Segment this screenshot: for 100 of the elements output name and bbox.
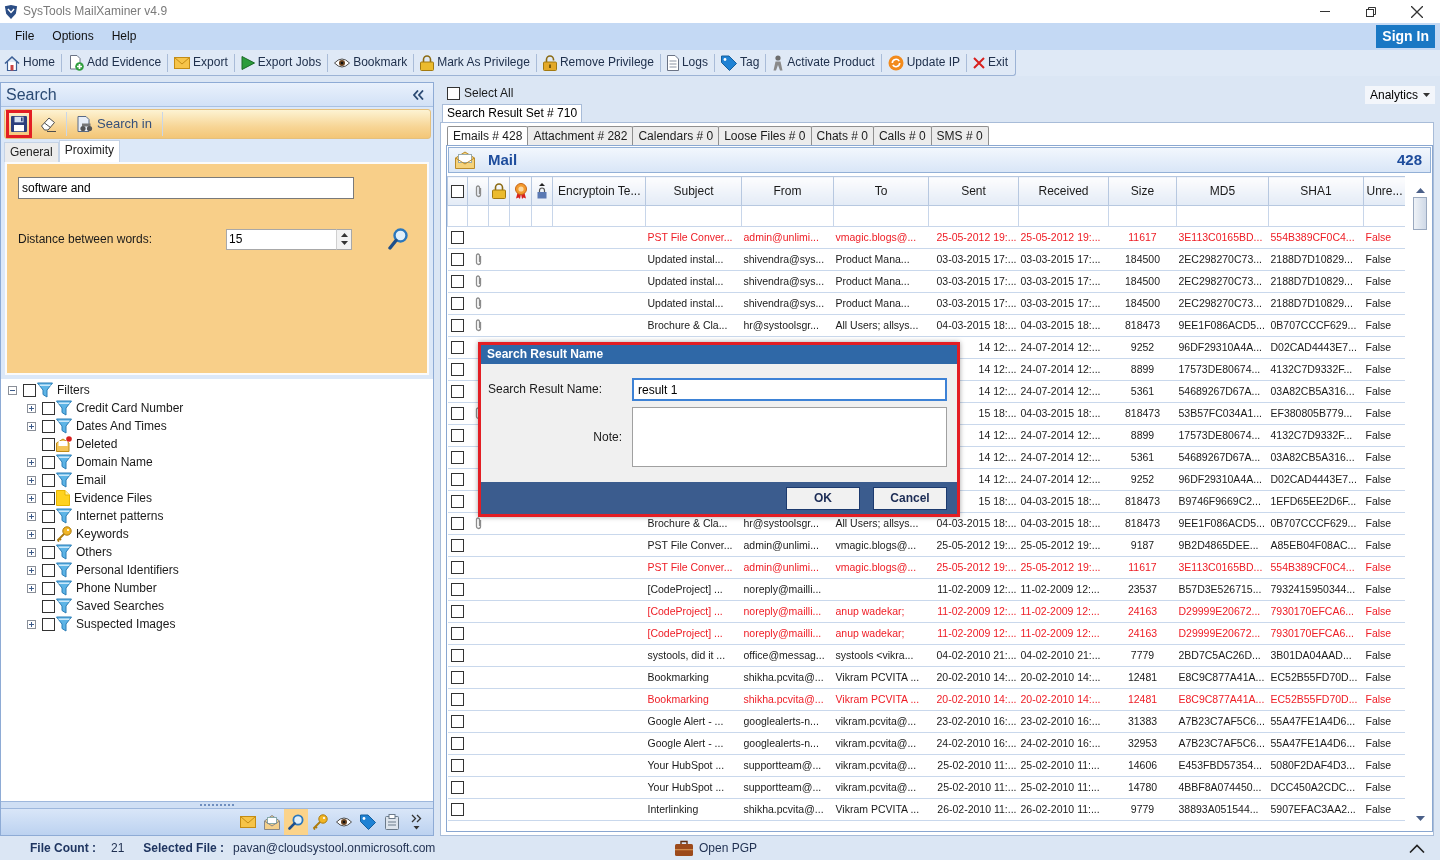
- toolbar-button[interactable]: Export Jobs: [237, 51, 325, 74]
- spin-buttons[interactable]: [336, 228, 352, 250]
- tree-checkbox[interactable]: [42, 545, 55, 559]
- tab[interactable]: Chats # 0: [810, 126, 874, 145]
- tree-checkbox[interactable]: [42, 509, 55, 523]
- nav-button[interactable]: [284, 809, 308, 835]
- tree-item-label[interactable]: Others: [76, 544, 112, 560]
- tab[interactable]: Emails # 428: [447, 126, 529, 145]
- row-checkbox[interactable]: [451, 451, 464, 464]
- row-checkbox[interactable]: [451, 605, 464, 618]
- row-checkbox[interactable]: [451, 781, 464, 794]
- menu-item[interactable]: File: [6, 27, 44, 46]
- tree-item-label[interactable]: Keywords: [76, 526, 129, 542]
- row-checkbox[interactable]: [451, 715, 464, 728]
- expand-panel-button[interactable]: [1409, 843, 1425, 853]
- tree-checkbox[interactable]: [42, 419, 55, 433]
- tree-item-label[interactable]: Dates And Times: [76, 418, 167, 434]
- tree-item-label[interactable]: Personal Identifiers: [76, 562, 179, 578]
- tree-checkbox[interactable]: [42, 437, 55, 451]
- tree-item-label[interactable]: Domain Name: [76, 454, 153, 470]
- toolbar-button[interactable]: Home: [1, 51, 58, 74]
- row-checkbox[interactable]: [451, 253, 464, 266]
- tab[interactable]: General: [4, 142, 59, 162]
- column-header[interactable]: Subject: [645, 176, 742, 206]
- tree-item-label[interactable]: Credit Card Number: [76, 400, 184, 416]
- row-checkbox[interactable]: [451, 363, 464, 376]
- row-checkbox[interactable]: [451, 495, 464, 508]
- menu-item[interactable]: Help: [102, 27, 146, 46]
- row-checkbox[interactable]: [451, 231, 464, 244]
- row-checkbox[interactable]: [451, 627, 464, 640]
- tree-item-label[interactable]: Deleted: [76, 436, 118, 452]
- row-checkbox[interactable]: [451, 297, 464, 310]
- toolbar-button[interactable]: Activate Product: [769, 51, 878, 74]
- tab[interactable]: Loose Files # 0: [718, 126, 812, 145]
- row-checkbox[interactable]: [451, 737, 464, 750]
- select-all-checkbox[interactable]: [447, 86, 460, 100]
- row-checkbox[interactable]: [451, 671, 464, 684]
- toolbar-button[interactable]: Logs: [663, 51, 711, 74]
- row-checkbox[interactable]: [451, 473, 464, 486]
- toolbar-button[interactable]: Tag: [717, 51, 763, 74]
- tab[interactable]: Attachment # 282: [527, 126, 634, 145]
- header-checkbox[interactable]: [451, 184, 464, 198]
- tree-item-label[interactable]: Suspected Images: [76, 616, 176, 632]
- tab[interactable]: SMS # 0: [930, 126, 989, 145]
- row-checkbox[interactable]: [451, 319, 464, 332]
- row-checkbox[interactable]: [451, 385, 464, 398]
- toolbar-button[interactable]: Export: [171, 51, 231, 74]
- distance-field[interactable]: 15: [226, 228, 336, 250]
- toolbar-button[interactable]: Update IP: [884, 51, 964, 74]
- column-header[interactable]: To: [833, 176, 929, 206]
- tab[interactable]: Search Result Set # 710: [442, 104, 583, 122]
- column-header[interactable]: Encryptoin Te...: [552, 176, 646, 206]
- analytics-dropdown[interactable]: Analytics: [1364, 86, 1435, 104]
- tree-checkbox[interactable]: [42, 563, 55, 577]
- scrollbar-thumb[interactable]: [1413, 197, 1427, 230]
- dialog-button[interactable]: OK: [786, 486, 860, 510]
- tree-item-label[interactable]: Email: [76, 472, 106, 488]
- toolbar-button[interactable]: Mark As Privilege: [417, 51, 533, 74]
- tree-checkbox[interactable]: [42, 527, 55, 541]
- note-field[interactable]: [632, 407, 947, 467]
- tree-item-label[interactable]: Saved Searches: [76, 598, 165, 614]
- row-checkbox[interactable]: [451, 429, 464, 442]
- dialog-button[interactable]: Cancel: [873, 486, 947, 510]
- row-checkbox[interactable]: [451, 803, 464, 816]
- tree-checkbox[interactable]: [23, 383, 36, 397]
- tree-checkbox[interactable]: [42, 455, 55, 469]
- tree-checkbox[interactable]: [42, 491, 55, 505]
- toolbar-button[interactable]: Remove Privilege: [539, 51, 657, 74]
- row-checkbox[interactable]: [451, 517, 464, 530]
- open-pgp-button[interactable]: Open PGP: [675, 840, 758, 856]
- menu-item[interactable]: Options: [43, 27, 103, 46]
- row-checkbox[interactable]: [451, 275, 464, 288]
- tree-checkbox[interactable]: [42, 581, 55, 595]
- column-header[interactable]: Received: [1018, 176, 1109, 206]
- tree-checkbox[interactable]: [42, 599, 55, 613]
- tree-checkbox[interactable]: [42, 617, 55, 631]
- search-in-button[interactable]: Search in: [72, 110, 157, 138]
- row-checkbox[interactable]: [451, 759, 464, 772]
- column-header[interactable]: From: [741, 176, 834, 206]
- sign-in-button[interactable]: Sign In: [1376, 25, 1435, 48]
- tab[interactable]: Calendars # 0: [632, 126, 720, 145]
- tree-checkbox[interactable]: [42, 473, 55, 487]
- column-header[interactable]: Unre...: [1363, 176, 1405, 206]
- row-checkbox[interactable]: [451, 539, 464, 552]
- toolbar-button[interactable]: Exit: [970, 51, 1012, 74]
- tree-item-label[interactable]: Evidence Files: [74, 490, 153, 506]
- column-header[interactable]: SHA1: [1268, 176, 1364, 206]
- row-checkbox[interactable]: [451, 693, 464, 706]
- column-header[interactable]: MD5: [1176, 176, 1269, 206]
- tree-item-label[interactable]: Phone Number: [76, 580, 157, 596]
- column-header[interactable]: Size: [1108, 176, 1177, 206]
- toolbar-button[interactable]: Add Evidence: [65, 51, 165, 74]
- row-checkbox[interactable]: [451, 583, 464, 596]
- search-button[interactable]: [388, 228, 408, 250]
- tree-item-label[interactable]: Filters: [57, 382, 90, 398]
- tab[interactable]: Calls # 0: [872, 126, 932, 145]
- tree-checkbox[interactable]: [42, 401, 55, 415]
- tab[interactable]: Proximity: [58, 140, 121, 162]
- collapse-button[interactable]: [413, 89, 424, 100]
- row-checkbox[interactable]: [451, 649, 464, 662]
